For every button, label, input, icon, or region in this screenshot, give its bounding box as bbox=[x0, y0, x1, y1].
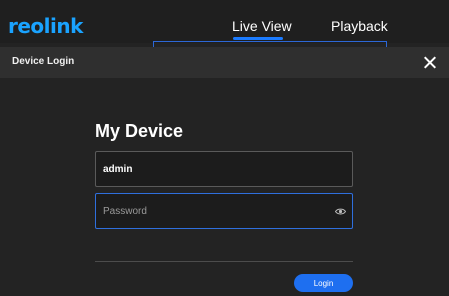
username-field-container bbox=[95, 151, 353, 187]
close-icon[interactable] bbox=[422, 55, 437, 70]
password-field-container bbox=[95, 193, 353, 229]
tab-live-view[interactable]: Live View bbox=[232, 18, 292, 34]
dialog-title: Device Login bbox=[12, 56, 75, 67]
eye-icon[interactable] bbox=[335, 207, 346, 216]
divider bbox=[95, 261, 353, 262]
tab-playback[interactable]: Playback bbox=[331, 18, 388, 34]
screen: reolink Live View Playback Device Login … bbox=[0, 0, 449, 296]
dialog-header: Device Login bbox=[0, 47, 449, 78]
device-login-dialog: Device Login My Device Login bbox=[0, 47, 449, 296]
password-input[interactable] bbox=[96, 194, 352, 228]
device-name-heading: My Device bbox=[95, 121, 184, 141]
top-bar: reolink Live View Playback bbox=[0, 0, 449, 51]
brand-logo: reolink bbox=[8, 14, 83, 38]
active-tab-indicator bbox=[233, 37, 283, 40]
login-button[interactable]: Login bbox=[294, 274, 353, 292]
username-input[interactable] bbox=[96, 152, 352, 186]
